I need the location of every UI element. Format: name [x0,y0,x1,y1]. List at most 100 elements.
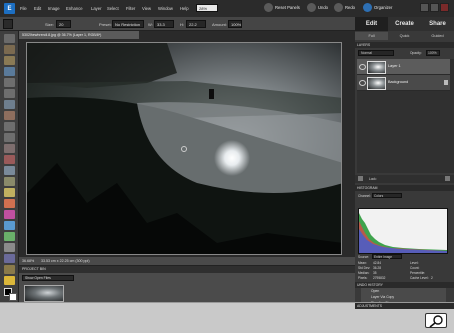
cache-level-value: 2 [431,276,433,280]
layer-name: Layer 1 [388,64,401,68]
organizer-button[interactable]: Organizer [363,3,392,12]
close-button[interactable] [440,3,449,12]
layer-thumbnail [367,77,386,90]
opacity-label: Opacity: [410,51,422,55]
mean-value: 42.84 [373,261,381,265]
project-bin: PROJECT BIN Show Open Files [19,265,355,302]
width-field[interactable]: 33.3 cm [154,20,174,34]
menu-file[interactable]: File [20,6,27,11]
size-field[interactable]: 20 px [56,20,71,34]
menu-view[interactable]: View [142,6,151,11]
median-value: 35 [373,271,377,275]
height-field[interactable]: 22.2 cm [186,20,206,34]
healing-brush-icon[interactable] [4,166,15,175]
redo-label: Redo [345,5,356,10]
blend-mode-select[interactable]: Normal [358,50,394,56]
pencil-tool-icon[interactable] [4,188,15,197]
straighten-tool-icon[interactable] [4,144,15,153]
eraser-tool-icon[interactable] [4,199,15,208]
search-badge[interactable] [425,313,447,328]
menu-filter[interactable]: Filter [126,6,135,11]
brush-tool-icon[interactable] [4,210,15,219]
image-canvas[interactable] [26,42,342,255]
eye-icon[interactable] [359,80,366,86]
smart-brush-icon[interactable] [4,276,15,285]
maximize-button[interactable] [430,3,439,12]
tool-options-bar: Size: 20 px Preset: No Restriction W: 33… [0,17,362,34]
menu-edit[interactable]: Edit [34,6,41,11]
blur-tool-icon[interactable] [4,254,15,263]
layers-footer: Lock: [355,175,454,183]
histogram-graph [358,208,448,254]
subtab-quick[interactable]: Quick [388,32,421,40]
lock-label: Lock: [369,177,377,181]
zoom-field[interactable]: 28% [196,4,218,12]
new-layer-icon[interactable] [358,176,363,181]
red-eye-tool-icon[interactable] [4,155,15,164]
tab-share[interactable]: Share [421,17,454,31]
mean-label: Mean: [358,261,367,265]
histogram-panel-header[interactable]: HISTOGRAM [355,185,454,191]
tool-preset-icon[interactable] [3,19,13,29]
project-bin-header[interactable]: PROJECT BIN [19,266,355,273]
marquee-tool-icon[interactable] [4,78,15,87]
cache-level-label: Cache Level: [410,276,429,280]
eyedropper-icon[interactable] [4,67,15,76]
subtab-guided[interactable]: Guided [421,32,454,40]
gradient-tool-icon[interactable] [4,232,15,241]
menu-enhance[interactable]: Enhance [66,6,83,11]
layers-scrollbar[interactable] [450,59,454,173]
layer-row[interactable]: Layer 1 [357,59,452,75]
subtab-full[interactable]: Full [355,32,388,40]
shape-tool-icon[interactable] [4,243,15,252]
tab-edit[interactable]: Edit [355,17,388,31]
menu-layer[interactable]: Layer [91,6,101,11]
amount-label: Amount: [212,22,227,27]
quick-selection-icon[interactable] [4,111,15,120]
menu-window[interactable]: Window [158,6,173,11]
minimize-button[interactable] [420,3,429,12]
count-label: Count: [410,266,420,270]
channel-label: Channel: [358,194,371,198]
magic-wand-icon[interactable] [4,100,15,109]
source-select[interactable]: Entire Image [372,254,402,259]
hand-tool-icon[interactable] [4,56,15,65]
sponge-tool-icon[interactable] [4,265,15,274]
paint-bucket-icon[interactable] [4,221,15,230]
background-color-swatch[interactable] [9,293,17,301]
reset-panels-button[interactable]: Reset Panels [264,3,300,12]
menu-select[interactable]: Select [107,6,119,11]
trash-icon[interactable] [445,176,450,181]
lasso-tool-icon[interactable] [4,89,15,98]
layers-panel-header[interactable]: LAYERS [355,42,454,48]
zoom-tool-icon[interactable] [4,45,15,54]
organizer-label: Organizer [374,5,393,10]
redo-icon [334,3,343,12]
reset-panels-icon [264,3,273,12]
crop-tool-icon[interactable] [4,133,15,142]
tab-create[interactable]: Create [388,17,421,31]
eye-icon[interactable] [359,64,366,70]
menu-help[interactable]: Help [180,6,189,11]
document-tab[interactable]: 5302lhewhrercli.8.jpg @ 36.7% (Layer 1, … [19,31,139,39]
app-logo: E [4,3,15,14]
menu-image[interactable]: Image [48,6,60,11]
amount-field[interactable]: 100% [228,20,242,28]
preset-select[interactable]: No Restriction [112,20,144,28]
opacity-field[interactable]: 100% [426,50,440,56]
redo-button[interactable]: Redo [334,3,355,12]
layer-name: Background [388,80,409,84]
undo-button[interactable]: Undo [307,3,328,12]
channel-select[interactable]: Colors [372,193,402,198]
project-bin-thumbnail[interactable] [24,285,64,302]
show-files-select[interactable]: Show Open Files [22,275,74,281]
clone-stamp-icon[interactable] [4,177,15,186]
zoom-readout: 36.68% [22,259,35,263]
move-tool-icon[interactable] [4,34,15,43]
layer-row[interactable]: Background [357,75,452,91]
lantern-post [209,89,214,99]
level-label: Level: [410,261,419,265]
toolbox [0,31,19,302]
type-tool-icon[interactable] [4,122,15,131]
adjustments-header[interactable]: ADJUSTMENTS [355,303,454,309]
